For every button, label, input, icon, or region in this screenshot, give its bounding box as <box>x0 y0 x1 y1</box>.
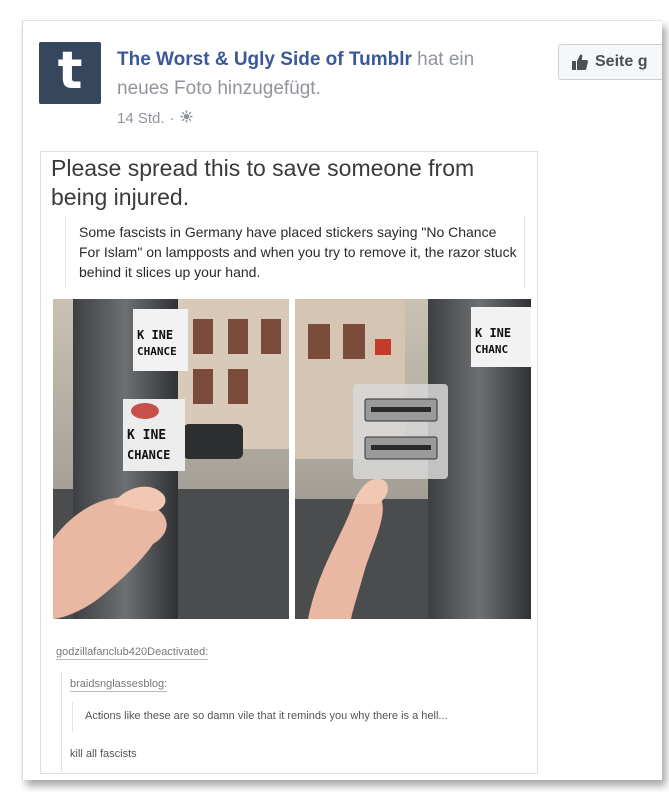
razor-sticker-photo: K INE CHANCE K INE CHANCE K INE CHANC <box>53 299 531 619</box>
post-timestamp[interactable]: 14 Std. <box>117 110 165 127</box>
globe-icon[interactable] <box>180 110 193 127</box>
image-quote-text: Some fascists in Germany have placed sti… <box>79 224 517 280</box>
sticker-text-top: K INE <box>137 328 173 342</box>
reblog-reply-text: kill all fascists <box>70 748 137 760</box>
thumbs-up-icon <box>571 53 589 71</box>
sticker-text-right: K INE <box>475 326 511 340</box>
sticker-text-right-2: CHANC <box>475 343 508 356</box>
page-avatar[interactable]: t <box>39 42 101 104</box>
like-page-button[interactable]: Seite g <box>558 44 662 80</box>
reblog-thread: braidsnglassesblog: Actions like these a… <box>61 672 531 772</box>
page-name-link[interactable]: The Worst & Ugly Side of Tumblr <box>117 49 412 70</box>
reblog-comment-text: Actions like these are so damn vile that… <box>85 710 448 722</box>
reblog-username-1: godzillafanclub420Deactivated: <box>56 646 209 660</box>
facebook-post-card: t The Worst & Ugly Side of Tumblr hat ei… <box>22 20 662 780</box>
post-photo[interactable]: Please spread this to save someone from … <box>40 151 538 774</box>
image-quote-block: Some fascists in Germany have placed sti… <box>65 216 525 288</box>
tumblr-logo-letter: t <box>57 41 83 101</box>
post-header: The Worst & Ugly Side of Tumblr hat ein … <box>117 45 517 103</box>
sticker-text-main-2: CHANCE <box>127 448 170 462</box>
reblog-username-2: braidsnglassesblog: <box>70 678 168 692</box>
sticker-text-main: K INE <box>127 428 166 443</box>
image-headline: Please spread this to save someone from … <box>51 155 475 210</box>
reblog-comment-block: Actions like these are so damn vile that… <box>72 702 527 732</box>
sticker-text-top-2: CHANCE <box>137 345 177 358</box>
like-page-label: Seite g <box>595 53 648 70</box>
meta-separator: · <box>169 110 175 127</box>
post-meta: 14 Std. · <box>117 110 193 127</box>
